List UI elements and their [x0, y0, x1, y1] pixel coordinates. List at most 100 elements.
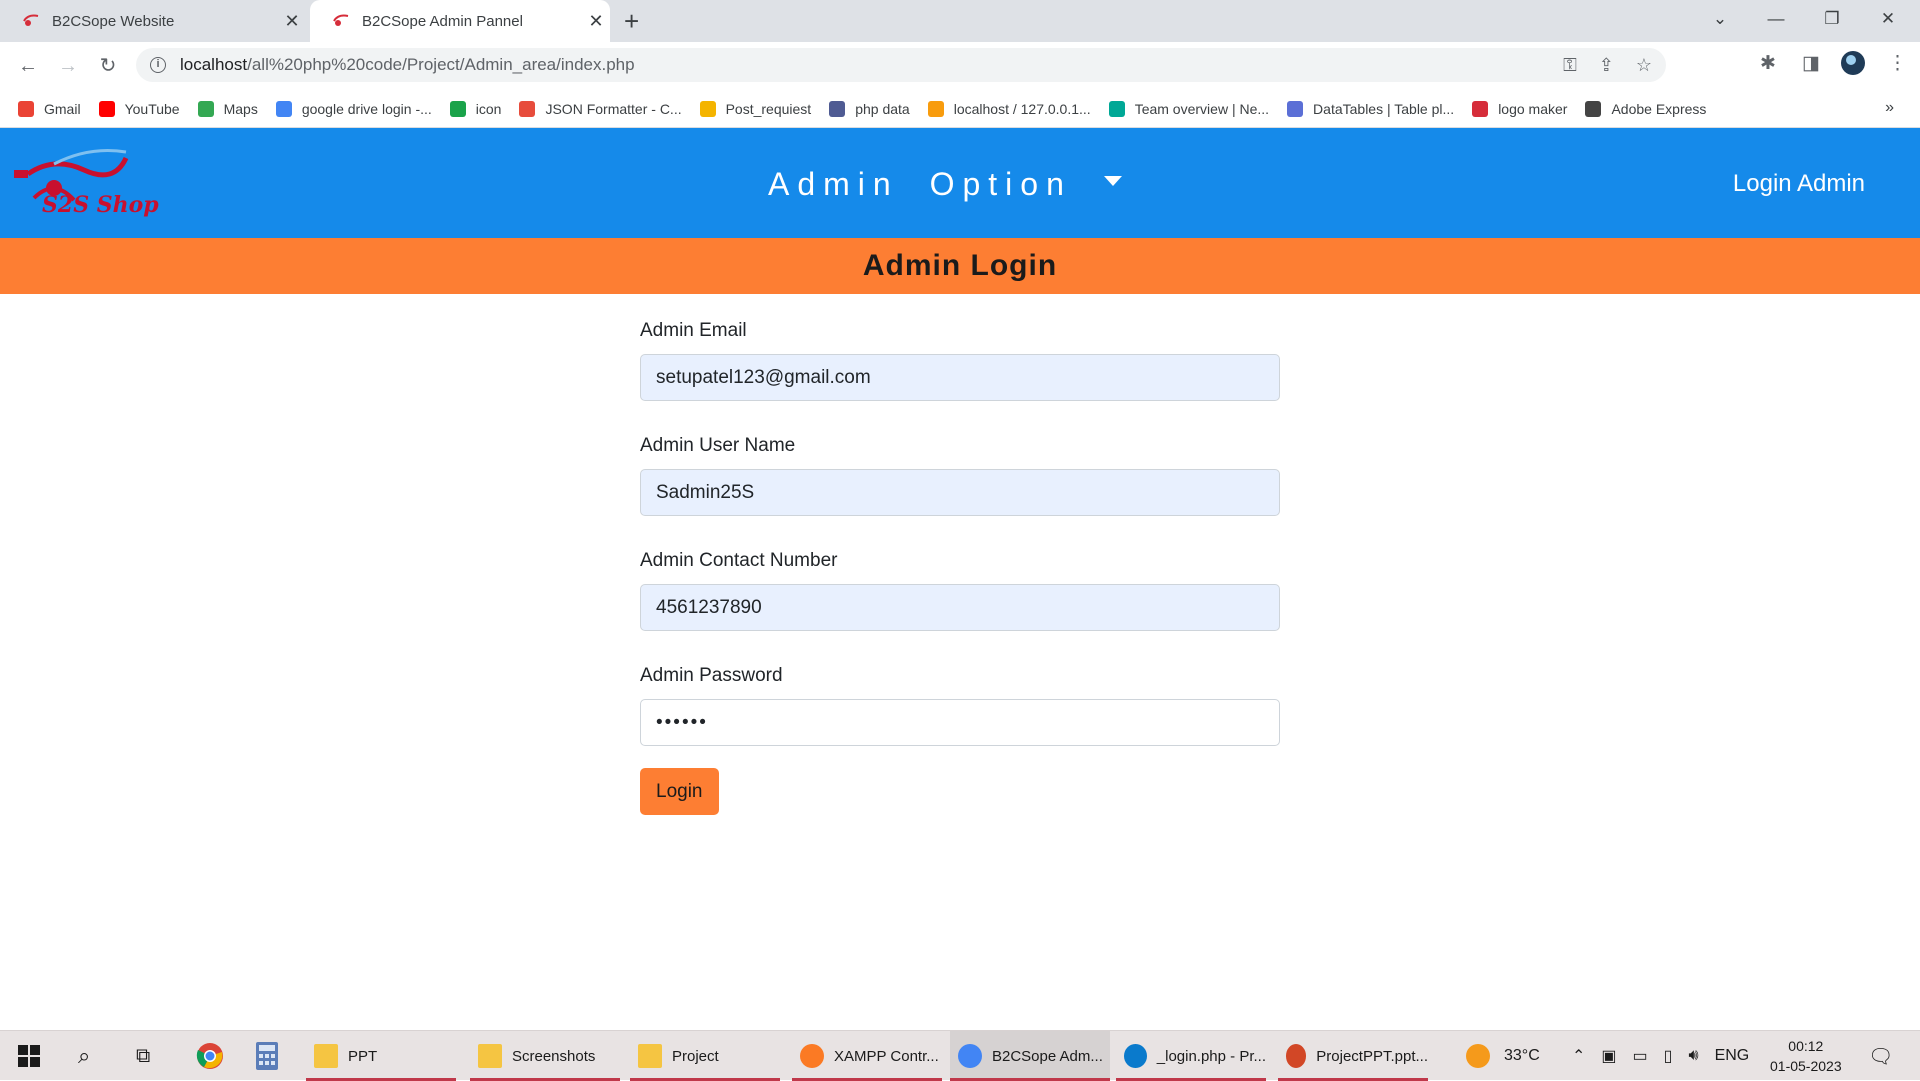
contact-number-field[interactable]: 4561237890 [640, 584, 1280, 631]
bookmark-item[interactable]: logo maker [1472, 100, 1568, 117]
volume-icon[interactable]: 🔊︎ [1688, 1047, 1698, 1065]
bookmark-favicon-icon [449, 100, 466, 117]
admin-option-dropdown[interactable]: Admin Option [768, 166, 1072, 203]
tray-network-icon[interactable]: ▣ [1601, 1046, 1616, 1066]
bookmark-label: php data [855, 100, 910, 117]
bookmark-item[interactable]: Team overview | Ne... [1108, 100, 1269, 117]
language-indicator[interactable]: ENG [1715, 1047, 1750, 1065]
chevron-down-icon[interactable] [1104, 176, 1122, 186]
xampp-icon [800, 1044, 824, 1068]
site-info-icon[interactable]: i [150, 57, 166, 73]
system-tray: ⌃ ▣ ▭ ▯ 🔊︎ ENG [1572, 1031, 1749, 1081]
login-button[interactable]: Login [640, 768, 719, 815]
chrome-icon [958, 1044, 982, 1068]
tab-b2csope-website[interactable]: B2CSope Website ✕ [0, 0, 306, 42]
browser-menu-icon[interactable]: ⋮ [1888, 52, 1907, 75]
bookmark-label: logo maker [1498, 100, 1568, 117]
bookmark-label: DataTables | Table pl... [1313, 100, 1455, 117]
url-host: localhost [180, 55, 248, 74]
taskbar-app-label: _login.php - Pr... [1156, 1047, 1266, 1065]
bookmark-item[interactable]: JSON Formatter - C... [519, 100, 682, 117]
chrome-pinned-icon[interactable] [196, 1031, 224, 1081]
bookmark-star-icon[interactable]: ☆ [1636, 55, 1652, 76]
taskbar-app-button[interactable]: B2CSope Adm... [950, 1031, 1110, 1081]
tab-b2csope-admin[interactable]: B2CSope Admin Pannel ✕ [310, 0, 610, 42]
bookmark-item[interactable]: Post_requiest [699, 100, 811, 117]
bookmark-favicon-icon [275, 100, 292, 117]
url-text: localhost/all%20php%20code/Project/Admin… [180, 55, 635, 75]
tab-close-icon[interactable]: ✕ [278, 11, 306, 32]
windows-start-icon[interactable] [18, 1031, 40, 1081]
bookmark-item[interactable]: YouTube [98, 100, 180, 117]
tab-title: B2CSope Website [52, 12, 175, 30]
bookmark-favicon-icon [927, 100, 944, 117]
site-logo[interactable]: S2S Shop [14, 148, 164, 220]
tray-device-icon[interactable]: ▯ [1664, 1046, 1673, 1066]
notification-icon[interactable]: 🗨︎ [1868, 1031, 1893, 1081]
taskbar-app-button[interactable]: PPT [306, 1031, 456, 1081]
minimize-button[interactable]: — [1748, 0, 1804, 38]
address-bar[interactable]: i localhost/all%20php%20code/Project/Adm… [136, 48, 1666, 82]
forward-icon[interactable]: → [54, 52, 82, 80]
extensions-puzzle-icon[interactable]: ✱ [1760, 52, 1776, 75]
restore-button[interactable]: ❐ [1804, 0, 1860, 38]
weather-widget[interactable]: 33°C [1466, 1031, 1540, 1081]
bookmark-label: Gmail [44, 100, 81, 117]
site-navbar: S2S Shop Admin Option Login Admin [0, 128, 1920, 238]
taskbar-app-button[interactable]: _login.php - Pr... [1116, 1031, 1266, 1081]
calculator-icon[interactable] [256, 1031, 278, 1081]
side-panel-icon[interactable]: ◨ [1802, 52, 1820, 75]
tab-search-button[interactable]: ⌄ [1692, 0, 1748, 38]
bookmark-item[interactable]: Gmail [18, 100, 81, 117]
clock-time: 00:12 [1788, 1038, 1824, 1054]
password-key-icon[interactable]: ⚿ [1563, 55, 1577, 76]
bookmark-item[interactable]: Adobe Express [1585, 100, 1707, 117]
password-field[interactable]: •••••• [640, 699, 1280, 746]
bookmark-favicon-icon [18, 100, 34, 117]
search-icon[interactable]: ⌕ [78, 1031, 90, 1081]
bookmark-label: Adobe Express [1611, 100, 1707, 117]
bookmark-item[interactable]: Maps [197, 100, 258, 117]
reload-icon[interactable]: ↻ [94, 52, 122, 80]
bookmark-favicon-icon [98, 100, 115, 117]
new-tab-button[interactable]: + [624, 6, 639, 37]
close-window-button[interactable]: ✕ [1860, 0, 1916, 38]
admin-login-form: Admin Email setupatel123@gmail.com Admin… [640, 316, 1280, 815]
taskbar-app-button[interactable]: XAMPP Contr... [792, 1031, 942, 1081]
weather-temperature: 33°C [1504, 1047, 1540, 1064]
share-icon[interactable]: ⇪ [1599, 55, 1614, 76]
email-label: Admin Email [640, 320, 747, 341]
bookmarks-overflow-button[interactable]: » [1885, 99, 1894, 117]
site-favicon-icon [332, 12, 350, 30]
task-view-icon[interactable]: ⧉ [136, 1031, 150, 1081]
folder-icon [478, 1044, 502, 1068]
clock[interactable]: 00:12 01-05-2023 [1770, 1031, 1842, 1081]
password-label: Admin Password [640, 665, 783, 686]
profile-avatar-icon[interactable] [1840, 50, 1866, 82]
email-field[interactable]: setupatel123@gmail.com [640, 354, 1280, 401]
site-favicon-icon [22, 12, 40, 30]
bookmark-item[interactable]: localhost / 127.0.0.1... [927, 100, 1091, 117]
url-path: /all%20php%20code/Project/Admin_area/ind… [247, 55, 635, 74]
bookmark-item[interactable]: php data [829, 100, 910, 117]
taskbar-app-button[interactable]: Screenshots [470, 1031, 620, 1081]
bookmark-favicon-icon [1585, 100, 1602, 117]
browser-chrome: B2CSope Website ✕ B2CSope Admin Pannel ✕… [0, 0, 1920, 128]
tab-close-icon[interactable]: ✕ [582, 11, 610, 32]
back-icon[interactable]: ← [14, 52, 42, 80]
bookmark-item[interactable]: icon [449, 100, 501, 117]
login-admin-link[interactable]: Login Admin [1733, 170, 1865, 198]
taskbar-app-label: Screenshots [512, 1047, 596, 1065]
taskbar-app-button[interactable]: ProjectPPT.ppt... [1278, 1031, 1428, 1081]
battery-icon[interactable]: ▭ [1633, 1046, 1648, 1066]
tray-chevron-up-icon[interactable]: ⌃ [1572, 1046, 1585, 1066]
bookmark-item[interactable]: DataTables | Table pl... [1287, 100, 1455, 117]
username-field[interactable]: Sadmin25S [640, 469, 1280, 516]
weather-sun-icon [1466, 1044, 1490, 1068]
taskbar-app-button[interactable]: Project [630, 1031, 780, 1081]
svg-text:S2S Shop: S2S Shop [42, 192, 159, 218]
bookmark-item[interactable]: google drive login -... [275, 100, 432, 117]
bookmark-label: JSON Formatter - C... [545, 100, 682, 117]
bookmark-label: google drive login -... [301, 100, 432, 117]
bookmark-favicon-icon [829, 100, 846, 117]
